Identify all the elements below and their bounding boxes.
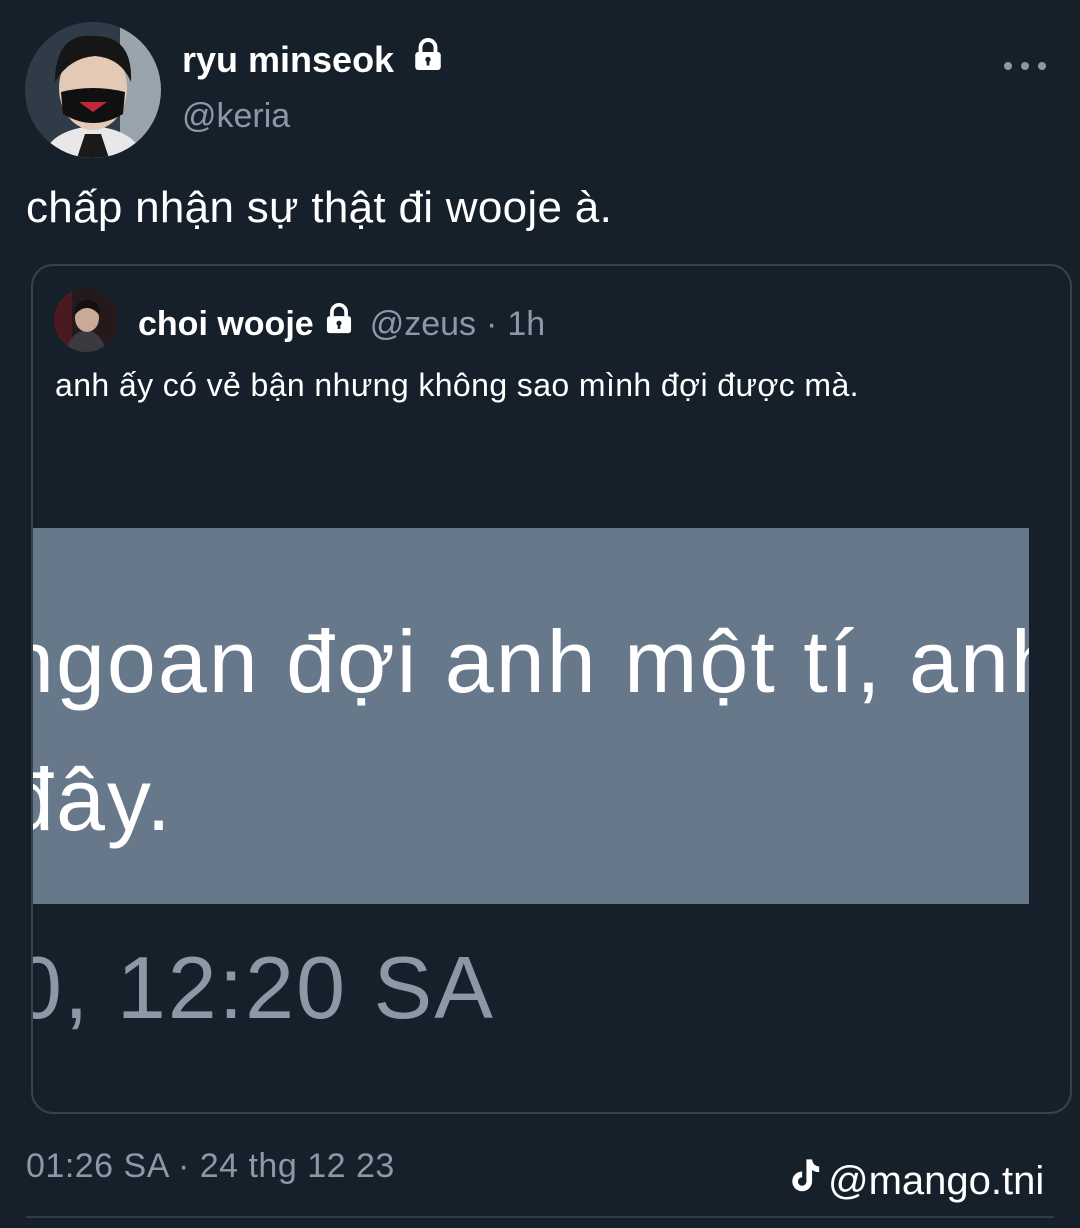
- quoted-tweet-card[interactable]: choi wooje @zeus · 1h anh ấy có vẻ bận n…: [31, 264, 1072, 1114]
- author-name-text: ryu minseok: [182, 39, 395, 80]
- more-options-icon[interactable]: [1004, 56, 1046, 76]
- quoted-tweet-image[interactable]: ngoan đợi anh một tí, anh đây.: [33, 528, 1029, 904]
- tweet-timestamp[interactable]: 01:26 SA · 24 thg 12 23: [26, 1144, 395, 1188]
- image-timestamp-text: 0, 12:20 SA: [31, 938, 495, 1037]
- watermark-text: @mango.tni: [828, 1158, 1045, 1203]
- image-text-line-2: đây.: [33, 750, 173, 849]
- dot: [1038, 62, 1046, 70]
- quoted-tweet-text: anh ấy có vẻ bận nhưng không sao mình đợ…: [55, 367, 859, 403]
- tweet-text: chấp nhận sự thật đi wooje à.: [26, 183, 613, 232]
- quoted-author-name[interactable]: choi wooje: [138, 304, 314, 344]
- quoted-tweet-time[interactable]: 1h: [507, 304, 545, 344]
- quoted-avatar-image: [54, 288, 118, 352]
- tiktok-watermark: @mango.tni: [788, 1156, 1044, 1205]
- author-avatar[interactable]: [25, 22, 161, 158]
- author-display-name[interactable]: ryu minseok: [182, 37, 446, 83]
- separator-dot: ·: [486, 304, 498, 343]
- lock-icon: [322, 302, 356, 345]
- quoted-tweet-header: choi wooje @zeus · 1h: [138, 302, 545, 345]
- tiktok-icon: [788, 1156, 822, 1205]
- quoted-author-handle[interactable]: @zeus: [370, 304, 476, 344]
- dot: [1021, 62, 1029, 70]
- avatar-image: [25, 22, 161, 158]
- author-handle[interactable]: @keria: [182, 94, 290, 138]
- lock-icon: [410, 37, 446, 83]
- image-text-line-1: ngoan đợi anh một tí, anh: [33, 612, 1029, 711]
- dot: [1004, 62, 1012, 70]
- divider: [26, 1216, 1054, 1218]
- quoted-author-avatar[interactable]: [54, 288, 118, 352]
